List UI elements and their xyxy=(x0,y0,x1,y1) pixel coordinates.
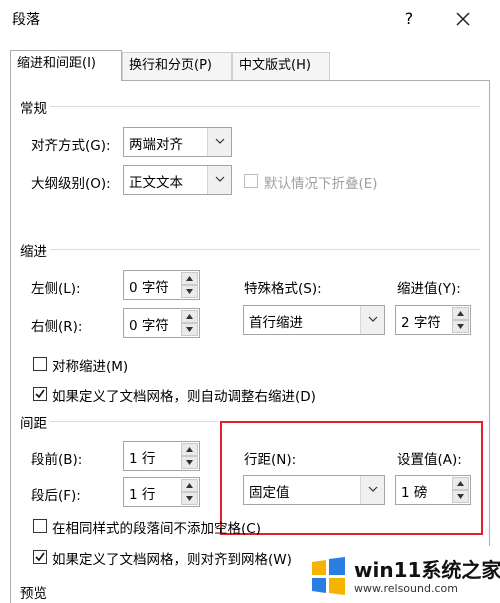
chevron-down-icon xyxy=(215,138,224,144)
help-button[interactable]: ? xyxy=(394,4,424,34)
chevron-down-icon xyxy=(368,486,377,492)
general-heading: 常规 xyxy=(20,101,47,117)
dropdown-button[interactable] xyxy=(360,306,384,334)
auto-adjust-checkbox[interactable] xyxy=(33,387,47,401)
divider xyxy=(50,106,480,107)
triangle-down-icon xyxy=(457,494,464,499)
no-space-same-style-label: 在相同样式的段落间不添加空格(C) xyxy=(52,521,261,537)
no-space-same-style-checkbox[interactable] xyxy=(33,519,47,533)
dropdown-button[interactable] xyxy=(360,476,384,504)
watermark-url: www.relsound.com xyxy=(354,582,458,595)
dialog-title: 段落 xyxy=(12,12,40,28)
collapse-checkbox[interactable] xyxy=(244,174,258,188)
space-before-spinner[interactable]: 1 行 xyxy=(123,441,200,471)
chevron-down-icon xyxy=(368,316,377,322)
decrement-button[interactable] xyxy=(181,323,198,336)
decrement-button[interactable] xyxy=(181,456,198,469)
decrement-button[interactable] xyxy=(452,490,469,503)
chevron-down-icon xyxy=(215,176,224,182)
triangle-up-icon xyxy=(186,483,193,488)
left-indent-spinner[interactable]: 0 字符 xyxy=(123,270,200,300)
indent-by-value: 2 字符 xyxy=(401,315,441,331)
indent-by-label: 缩进值(Y): xyxy=(397,281,461,297)
spacing-at-spinner[interactable]: 1 磅 xyxy=(395,475,471,505)
triangle-up-icon xyxy=(186,276,193,281)
triangle-down-icon xyxy=(186,460,193,465)
space-before-value: 1 行 xyxy=(129,451,156,467)
spacing-heading: 间距 xyxy=(20,416,47,432)
special-format-value: 首行缩进 xyxy=(249,315,303,331)
outline-level-dropdown[interactable]: 正文文本 xyxy=(123,165,232,195)
close-icon xyxy=(456,12,470,26)
left-indent-value: 0 字符 xyxy=(129,280,169,296)
windows-logo-icon xyxy=(312,557,345,595)
triangle-down-icon xyxy=(186,289,193,294)
special-format-dropdown[interactable]: 首行缩进 xyxy=(243,305,385,335)
alignment-dropdown[interactable]: 两端对齐 xyxy=(123,127,232,157)
dropdown-button[interactable] xyxy=(207,128,231,156)
decrement-button[interactable] xyxy=(181,492,198,505)
special-format-label: 特殊格式(S): xyxy=(244,281,322,297)
watermark: win11系统之家 www.relsound.com xyxy=(302,546,500,603)
increment-button[interactable] xyxy=(452,307,469,320)
watermark-brand: win11系统之家 xyxy=(354,558,500,582)
right-indent-value: 0 字符 xyxy=(129,318,169,334)
auto-adjust-label: 如果定义了文档网格，则自动调整右缩进(D) xyxy=(52,389,316,405)
tab-asian-typography[interactable]: 中文版式(H) xyxy=(232,52,330,80)
triangle-up-icon xyxy=(186,447,193,452)
triangle-down-icon xyxy=(186,496,193,501)
decrement-button[interactable] xyxy=(452,320,469,333)
dropdown-button[interactable] xyxy=(207,166,231,194)
outline-level-label: 大纲级别(O): xyxy=(31,176,111,192)
mirror-indents-label: 对称缩进(M) xyxy=(52,359,129,375)
space-after-spinner[interactable]: 1 行 xyxy=(123,477,200,507)
tab-indents-spacing[interactable]: 缩进和间距(I) xyxy=(10,50,122,81)
decrement-button[interactable] xyxy=(181,285,198,298)
increment-button[interactable] xyxy=(181,479,198,492)
indent-by-spinner[interactable]: 2 字符 xyxy=(395,305,471,335)
preview-heading: 预览 xyxy=(20,586,47,602)
spacing-at-label: 设置值(A): xyxy=(397,452,462,468)
tab-strip: 缩进和间距(I) 换行和分页(P) 中文版式(H) xyxy=(10,50,490,81)
collapse-label: 默认情况下折叠(E) xyxy=(264,176,378,192)
divider xyxy=(50,421,218,422)
right-indent-label: 右侧(R): xyxy=(31,319,83,335)
left-indent-label: 左侧(L): xyxy=(31,281,81,297)
mirror-indents-checkbox[interactable] xyxy=(33,357,47,371)
alignment-value: 两端对齐 xyxy=(129,137,183,153)
spacing-at-value: 1 磅 xyxy=(401,485,428,501)
triangle-up-icon xyxy=(186,314,193,319)
close-button[interactable] xyxy=(448,4,478,34)
right-indent-spinner[interactable]: 0 字符 xyxy=(123,308,200,338)
checkmark-icon xyxy=(35,552,45,562)
line-spacing-dropdown[interactable]: 固定值 xyxy=(243,475,385,505)
outline-level-value: 正文文本 xyxy=(129,175,183,191)
tab-line-page-breaks[interactable]: 换行和分页(P) xyxy=(122,52,232,80)
increment-button[interactable] xyxy=(181,272,198,285)
line-spacing-label: 行距(N): xyxy=(244,452,297,468)
triangle-up-icon xyxy=(457,311,464,316)
triangle-down-icon xyxy=(186,327,193,332)
checkmark-icon xyxy=(35,389,45,399)
divider xyxy=(50,249,480,250)
title-bar: 段落 ? xyxy=(0,0,500,38)
snap-to-grid-checkbox[interactable] xyxy=(33,550,47,564)
line-spacing-value: 固定值 xyxy=(249,485,290,501)
space-before-label: 段前(B): xyxy=(31,452,83,468)
triangle-down-icon xyxy=(457,324,464,329)
snap-to-grid-label: 如果定义了文档网格，则对齐到网格(W) xyxy=(52,552,292,568)
space-after-value: 1 行 xyxy=(129,487,156,503)
indent-heading: 缩进 xyxy=(20,244,47,260)
increment-button[interactable] xyxy=(452,477,469,490)
triangle-up-icon xyxy=(457,481,464,486)
space-after-label: 段后(F): xyxy=(31,488,81,504)
increment-button[interactable] xyxy=(181,310,198,323)
increment-button[interactable] xyxy=(181,443,198,456)
alignment-label: 对齐方式(G): xyxy=(31,138,111,154)
